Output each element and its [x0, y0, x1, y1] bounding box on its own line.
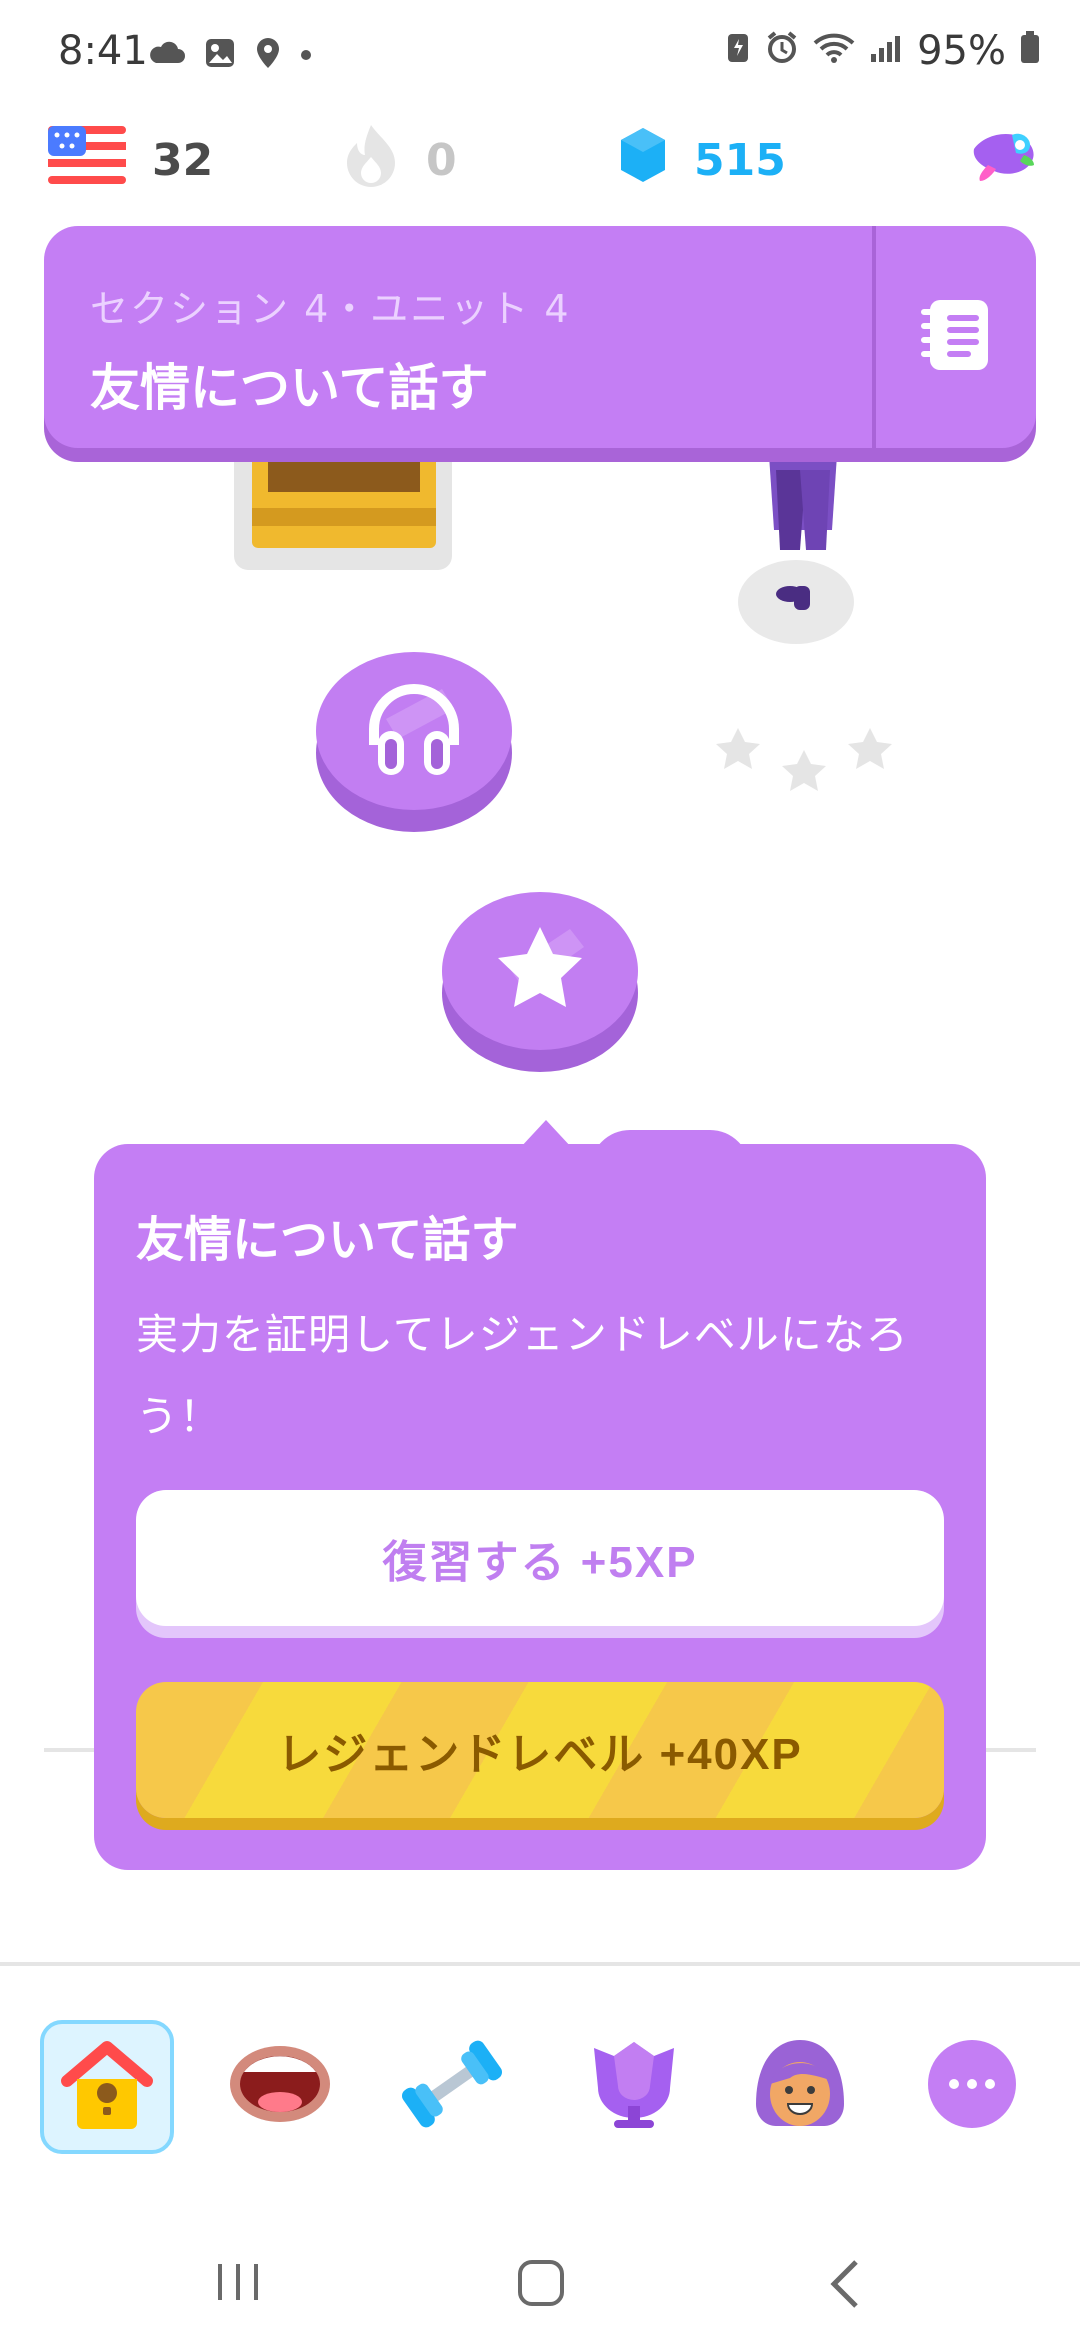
back-nav-icon[interactable]: [826, 2258, 862, 2314]
status-left-icons: [148, 36, 312, 74]
review-button[interactable]: 復習する +5XP: [136, 1490, 944, 1626]
headphones-icon: [354, 679, 474, 783]
trophy-shield-icon: [584, 2034, 684, 2138]
battery-percent: 95%: [917, 28, 1006, 74]
node-face: [442, 892, 638, 1050]
status-right: 95%: [725, 28, 1040, 74]
legendary-button[interactable]: レジェンドレベル +40XP: [136, 1682, 944, 1818]
popup-title: 友情について話す: [136, 1212, 519, 1268]
status-time: 8:41: [58, 28, 148, 74]
system-navigation-bar: [0, 2220, 1080, 2340]
streak-counter[interactable]: 0: [342, 120, 457, 200]
section-unit-label: セクション 4・ユニット 4: [90, 287, 571, 331]
lesson-popup: 友情について話す 実力を証明してレジェンドレベルになろう！ 復習する +5XP …: [94, 1144, 986, 1870]
node-face: [316, 652, 512, 810]
gems-counter[interactable]: 515: [618, 120, 786, 200]
section-divider-left: [44, 1748, 94, 1752]
tabbar-divider: [0, 1962, 1080, 1966]
super-duolingo-button[interactable]: [968, 120, 1040, 200]
alarm-icon: [765, 28, 799, 74]
section-divider-right: [986, 1748, 1036, 1752]
mouth-icon: [228, 2044, 332, 2128]
flame-icon: [342, 121, 400, 200]
language-count: 32: [152, 134, 214, 186]
streak-count: 0: [426, 134, 457, 186]
tab-leaderboard[interactable]: [568, 2020, 700, 2152]
dumbbell-icon: [397, 2034, 507, 2138]
star-icon: [480, 919, 600, 1023]
notebook-icon: [920, 296, 992, 378]
gem-icon: [618, 126, 668, 195]
unit-banner[interactable]: セクション 4・ユニット 4 友情について話す: [44, 226, 1036, 448]
gems-count: 515: [694, 134, 786, 186]
chest-lid: [268, 446, 420, 492]
image-icon: [204, 37, 236, 73]
legendary-stars: [710, 714, 900, 808]
battery-saver-icon: [725, 28, 751, 74]
recent-apps-icon[interactable]: [214, 2260, 262, 2308]
guidebook-button[interactable]: [876, 226, 1036, 448]
tab-practice[interactable]: [386, 2020, 518, 2152]
location-icon: [254, 36, 282, 74]
wifi-icon: [813, 28, 855, 74]
cloud-icon: [148, 41, 186, 69]
super-duo-icon: [968, 125, 1040, 196]
lesson-node-star[interactable]: [442, 892, 638, 1072]
character-illustration: [724, 429, 884, 634]
dot-icon: [300, 46, 312, 65]
chest-band: [252, 508, 436, 526]
avatar-icon: [748, 2034, 852, 2138]
more-icon: [926, 2038, 1018, 2134]
tab-more[interactable]: [906, 2020, 1038, 2152]
lesson-node-listening[interactable]: [316, 652, 512, 832]
unit-title: 友情について話す: [90, 359, 489, 417]
home-icon: [57, 2037, 157, 2137]
tab-profile[interactable]: [734, 2020, 866, 2152]
home-nav-icon[interactable]: [516, 2258, 566, 2312]
language-selector[interactable]: 32: [48, 120, 213, 200]
signal-icon: [869, 28, 903, 74]
popup-description: 実力を証明してレジェンドレベルになろう！: [136, 1310, 909, 1441]
battery-icon: [1020, 28, 1040, 74]
tab-home[interactable]: [40, 2020, 174, 2154]
us-flag-icon: [48, 125, 126, 195]
tab-speaking[interactable]: [214, 2020, 346, 2152]
